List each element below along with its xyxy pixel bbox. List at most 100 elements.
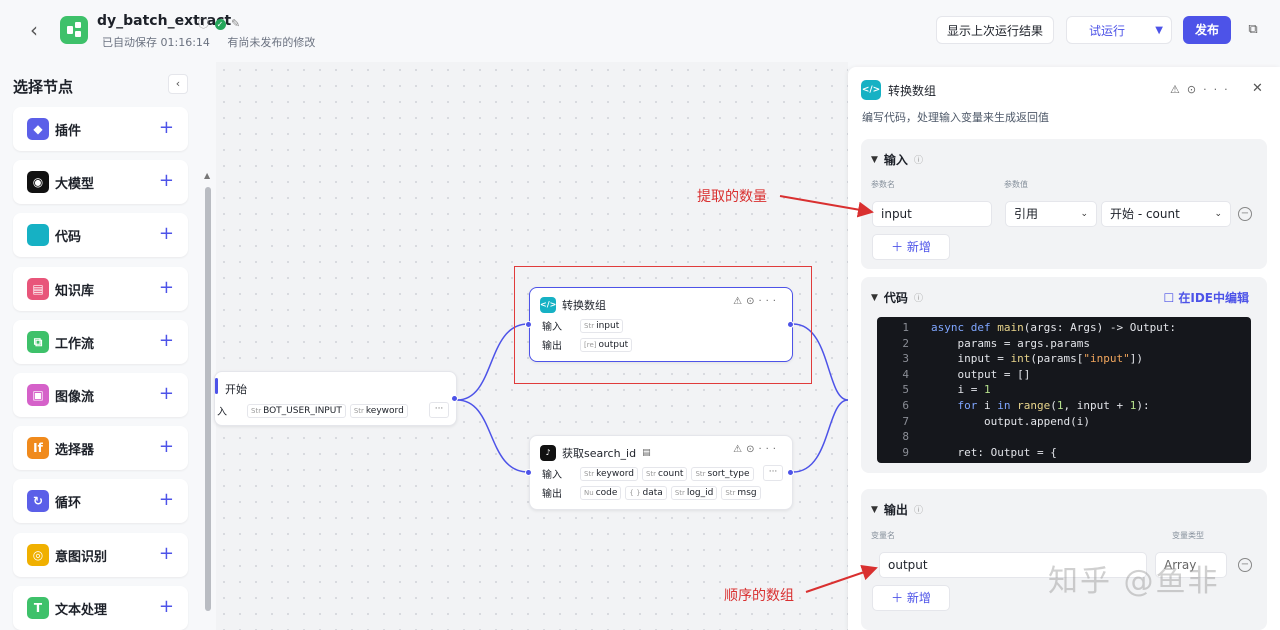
add-icon[interactable]: +: [159, 436, 174, 457]
ref-mode-select[interactable]: 引用 ⌄: [1005, 201, 1097, 227]
output-port[interactable]: [451, 395, 458, 402]
sidebar-item[interactable]: ▣ 图像流 +: [13, 373, 188, 417]
add-icon[interactable]: +: [159, 277, 174, 298]
code-line: 1 async def main(args: Args) -> Output:: [877, 320, 1251, 336]
node-type-icon: ⧉: [27, 330, 49, 353]
node-sidebar: 选择节点 ‹ ◆ 插件 + ◉ 大模型 + 代码 + ▤ 知识库 + ⧉ 工作流 + ▣ 图像流 + If 选择器 +…: [0, 62, 214, 630]
caret-down-icon[interactable]: ▼: [1155, 17, 1163, 45]
code-line: 6 for i in range(1, input + 1):: [877, 398, 1251, 414]
line-number: 7: [902, 414, 909, 428]
add-input-button[interactable]: ＋ 新增: [872, 234, 950, 260]
code-text: params = args.params: [931, 336, 1090, 350]
back-icon[interactable]: ‹: [24, 18, 44, 42]
section-title: 输出: [883, 503, 908, 517]
start-node[interactable]: 开始 入 Str BOT_USER_INPUT Str keyword ···: [214, 371, 458, 426]
add-icon[interactable]: +: [159, 489, 174, 510]
published-check-icon: ✓: [214, 19, 226, 30]
node-type-icon: ▣: [27, 384, 49, 406]
info-icon[interactable]: ⓘ: [198, 17, 209, 30]
output-port[interactable]: [787, 469, 794, 476]
code-line: 5 i = 1: [877, 382, 1251, 398]
chevron-down-icon[interactable]: ▼: [871, 505, 878, 515]
remove-var-icon[interactable]: −: [1238, 558, 1252, 572]
node-type-icon: ◎: [27, 543, 49, 566]
add-icon[interactable]: +: [159, 330, 174, 351]
node-type-icon: ↻: [27, 490, 49, 513]
remove-param-icon[interactable]: −: [1238, 207, 1252, 221]
chevron-down-icon[interactable]: ▼: [871, 155, 878, 165]
code-line: 9 ret: Output = {: [877, 445, 1251, 461]
copy-icon[interactable]: ⧉: [1240, 16, 1266, 44]
chevron-down-icon: ⌄: [1080, 209, 1088, 219]
code-line: 7 output.append(i): [877, 414, 1251, 430]
add-icon[interactable]: +: [159, 170, 174, 191]
sidebar-item[interactable]: 代码 +: [13, 213, 188, 258]
publish-button[interactable]: 发布: [1183, 16, 1231, 44]
node-type-icon: [27, 224, 49, 247]
line-number: 3: [902, 352, 909, 366]
line-number: 6: [902, 399, 909, 412]
input-section-header[interactable]: ▼ 输入 ⓘ: [871, 151, 923, 168]
code-text: ret: Output = {: [931, 445, 1057, 459]
param-tag: Str keyword: [580, 466, 638, 481]
sidebar-item[interactable]: T 文本处理 +: [13, 585, 188, 630]
chevron-down-icon[interactable]: ▼: [871, 293, 878, 303]
sidebar-item[interactable]: ↻ 循环 +: [13, 479, 188, 524]
ref-value-select[interactable]: 开始 - count ⌄: [1101, 201, 1231, 227]
line-number: 9: [902, 445, 909, 459]
chevron-down-icon: ⌄: [1214, 209, 1222, 219]
add-icon[interactable]: +: [159, 596, 174, 617]
sidebar-item[interactable]: ◆ 插件 +: [13, 107, 188, 151]
node-type-icon: ▤: [27, 277, 49, 300]
node-config-panel: </> 转换数组 ⚠⊙··· ✕ 编写代码，处理输入变量来生成返回值 ▼ 输入 …: [848, 67, 1280, 630]
more-icon[interactable]: ···: [763, 465, 783, 481]
edit-icon[interactable]: ✎: [231, 17, 240, 30]
section-title: 代码: [883, 291, 908, 305]
panel-ops-icons[interactable]: ⚠⊙···: [1170, 83, 1235, 96]
sidebar-item-label: 大模型: [55, 177, 95, 193]
var-type-label: 变量类型: [1172, 531, 1204, 540]
save-status: 已自动保存 01:16:14 有尚未发布的修改: [102, 34, 329, 50]
output-label: 输出: [542, 489, 562, 500]
output-section-header[interactable]: ▼ 输出 ⓘ: [871, 501, 923, 518]
param-name-input[interactable]: input: [872, 201, 992, 227]
sidebar-scrollbar[interactable]: [205, 187, 211, 611]
node-ops-icons[interactable]: ⚠⊙···: [733, 444, 780, 455]
sidebar-item[interactable]: If 选择器 +: [13, 426, 188, 471]
code-section-header[interactable]: ▼ 代码 ⓘ: [871, 289, 923, 306]
add-icon[interactable]: +: [159, 383, 174, 404]
info-icon[interactable]: ⓘ: [914, 291, 923, 304]
info-icon[interactable]: ⓘ: [914, 503, 923, 516]
annotation-count: 提取的数量: [697, 189, 767, 205]
test-run-button[interactable]: 试运行 ▼: [1066, 16, 1172, 44]
get-search-id-node[interactable]: ♪ 获取search_id ▤ ⚠⊙··· 输入 Str keyword Str c…: [525, 435, 794, 510]
input-port[interactable]: [525, 469, 532, 476]
info-icon[interactable]: ⓘ: [914, 153, 923, 166]
add-icon[interactable]: +: [159, 117, 174, 138]
ide-label: 在IDE中编辑: [1178, 291, 1249, 305]
add-label: 新增: [906, 591, 931, 605]
edit-in-ide-button[interactable]: ☐ 在IDE中编辑: [1163, 289, 1249, 306]
node-type-icon: ◉: [27, 171, 49, 194]
close-icon[interactable]: ✕: [1252, 81, 1263, 96]
add-output-button[interactable]: ＋ 新增: [872, 585, 950, 611]
add-icon[interactable]: +: [159, 543, 174, 564]
code-editor[interactable]: 1 async def main(args: Args) -> Output: 2 …: [877, 317, 1251, 463]
start-node-title: 开始: [225, 383, 247, 396]
scroll-up-icon[interactable]: ▲: [204, 171, 210, 180]
node-type-icon: If: [27, 437, 49, 460]
param-tag: Str keyword: [349, 403, 408, 418]
sidebar-item[interactable]: ◎ 意图识别 +: [13, 532, 188, 577]
collapse-sidebar-icon[interactable]: ‹: [168, 74, 188, 94]
add-icon[interactable]: +: [159, 223, 174, 244]
show-last-run-button[interactable]: 显示上次运行结果: [936, 16, 1054, 44]
sidebar-item[interactable]: ⧉ 工作流 +: [13, 319, 188, 364]
sidebar-item-label: 意图识别: [55, 549, 108, 565]
line-number: 5: [902, 383, 909, 397]
sidebar-item[interactable]: ◉ 大模型 +: [13, 160, 188, 205]
sidebar-item-label: 知识库: [55, 283, 95, 299]
code-text: i = 1: [931, 383, 991, 397]
more-icon[interactable]: ···: [429, 402, 449, 418]
param-tag: Str msg: [721, 485, 761, 500]
sidebar-item[interactable]: ▤ 知识库 +: [13, 266, 188, 311]
